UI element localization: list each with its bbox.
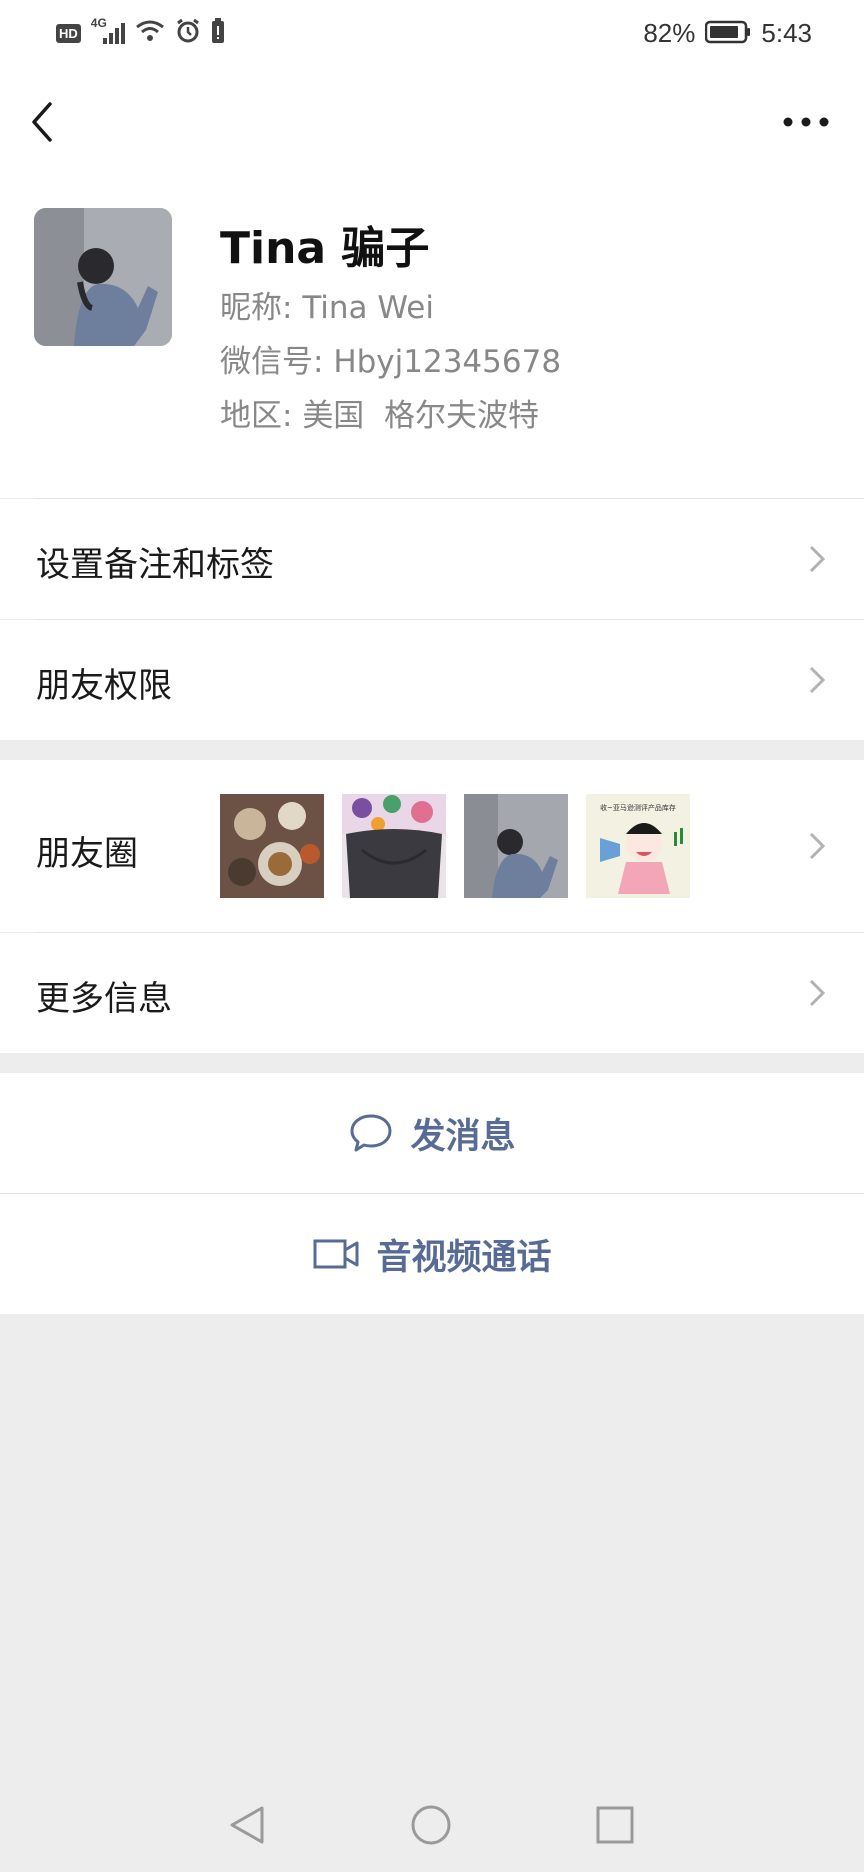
send-message-button[interactable]: 发消息 xyxy=(0,1073,864,1193)
nickname-line: 昵称: Tina Wei xyxy=(220,282,434,327)
nickname-value: Tina Wei xyxy=(302,290,434,326)
region-value: 美国 格尔夫波特 xyxy=(302,398,540,434)
status-left-icons: HD 4G xyxy=(56,16,225,48)
remark-tags-label: 设置备注和标签 xyxy=(36,545,274,585)
network-type: 4G xyxy=(90,16,107,30)
moments-photo-cartoon: 收~亚马逊测评产品库存 xyxy=(586,794,690,898)
chat-bubble-icon xyxy=(350,1114,392,1152)
chevron-right-icon xyxy=(809,832,826,860)
moments-photo-food xyxy=(220,794,324,898)
more-info-row[interactable]: 更多信息 xyxy=(0,933,864,1053)
clock: 5:43 xyxy=(761,18,812,48)
chevron-right-icon xyxy=(809,979,826,1007)
back-arrow-icon xyxy=(32,102,52,142)
nav-home-icon[interactable] xyxy=(408,1802,454,1848)
chevron-right-icon xyxy=(809,666,826,694)
nav-bar xyxy=(0,72,864,172)
profile-header: Tina 骗子 昵称: Tina Wei 微信号: Hbyj12345678 地… xyxy=(0,172,864,498)
wifi-icon xyxy=(135,19,165,47)
alarm-icon xyxy=(175,18,201,48)
status-right-icons: 82% 5:43 xyxy=(643,18,812,49)
video-call-label: 音视频通话 xyxy=(376,1237,552,1278)
moments-row[interactable]: 朋友圈 收~亚马逊测评产品库存 xyxy=(0,760,864,932)
battery-alert-icon xyxy=(211,18,225,48)
chevron-right-icon xyxy=(809,545,826,573)
wechat-id-value[interactable]: Hbyj12345678 xyxy=(333,344,561,380)
moments-thumbnails: 收~亚马逊测评产品库存 xyxy=(220,794,690,898)
nav-recents-icon[interactable] xyxy=(592,1802,638,1848)
battery-icon xyxy=(705,20,751,48)
nav-back-icon[interactable] xyxy=(224,1802,270,1848)
avatar[interactable] xyxy=(34,208,172,346)
more-info-label: 更多信息 xyxy=(36,979,172,1019)
moments-thumb-caption: 收~亚马逊测评产品库存 xyxy=(600,803,676,812)
friend-permissions-row[interactable]: 朋友权限 xyxy=(0,620,864,740)
nickname-label: 昵称: xyxy=(220,290,293,326)
wechat-id-line: 微信号: Hbyj12345678 xyxy=(220,336,561,381)
more-button[interactable] xyxy=(776,100,836,144)
send-message-label: 发消息 xyxy=(410,1116,516,1157)
region-label: 地区: xyxy=(220,398,293,434)
video-call-button[interactable]: 音视频通话 xyxy=(0,1194,864,1314)
battery-percent: 82% xyxy=(643,18,696,48)
system-nav-bar xyxy=(0,1788,864,1872)
status-bar: HD 4G 82% 5:43 xyxy=(0,0,864,72)
moments-photo-clothing xyxy=(342,794,446,898)
hd-badge: HD xyxy=(56,23,81,43)
back-button[interactable] xyxy=(20,92,80,152)
video-camera-icon xyxy=(313,1239,359,1269)
more-dots-icon xyxy=(783,117,829,127)
contact-name: Tina 骗子 xyxy=(220,223,430,274)
moments-label: 朋友圈 xyxy=(36,834,138,874)
friend-permissions-label: 朋友权限 xyxy=(36,666,172,706)
remark-tags-row[interactable]: 设置备注和标签 xyxy=(0,499,864,619)
signal-icon: 4G xyxy=(91,16,125,46)
wechat-id-label: 微信号: xyxy=(220,344,324,380)
region-line: 地区: 美国 格尔夫波特 xyxy=(220,390,539,435)
moments-photo-portrait xyxy=(464,794,568,898)
